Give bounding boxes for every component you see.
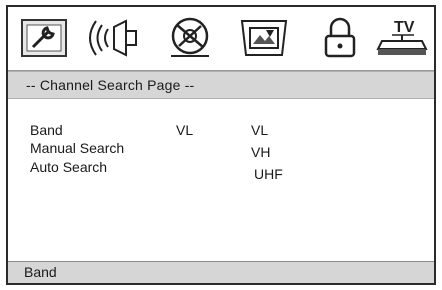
wrench-icon <box>19 17 69 59</box>
speaker-icon <box>86 17 142 59</box>
video-icon <box>236 17 292 59</box>
tab-general[interactable] <box>14 13 74 63</box>
page-title: -- Channel Search Page -- <box>8 71 434 99</box>
tab-disc[interactable] <box>160 13 220 63</box>
band-label[interactable]: Band <box>30 122 63 138</box>
lock-icon <box>320 16 360 60</box>
tab-audio[interactable] <box>84 13 144 63</box>
status-bar: Band <box>8 261 434 283</box>
disc-icon <box>165 16 215 60</box>
tab-tv[interactable]: TV <box>372 13 432 63</box>
manual-search-label[interactable]: Manual Search <box>30 140 124 156</box>
band-option-uhf[interactable]: UHF <box>254 166 283 182</box>
tab-video[interactable] <box>234 13 294 63</box>
band-option-vh[interactable]: VH <box>251 144 270 160</box>
tv-icon-label: TV <box>394 19 415 36</box>
setup-tab-bar: TV <box>8 7 434 71</box>
tv-icon: TV <box>374 15 430 61</box>
settings-panel: Band VL Manual Search Auto Search VL VH … <box>8 99 434 265</box>
band-current-value: VL <box>176 122 194 138</box>
osd-setup-window: TV -- Channel Search Page -- Band VL Man… <box>6 5 436 285</box>
band-option-vl[interactable]: VL <box>251 122 268 138</box>
tab-parental-lock[interactable] <box>310 13 370 63</box>
auto-search-label[interactable]: Auto Search <box>30 159 107 175</box>
